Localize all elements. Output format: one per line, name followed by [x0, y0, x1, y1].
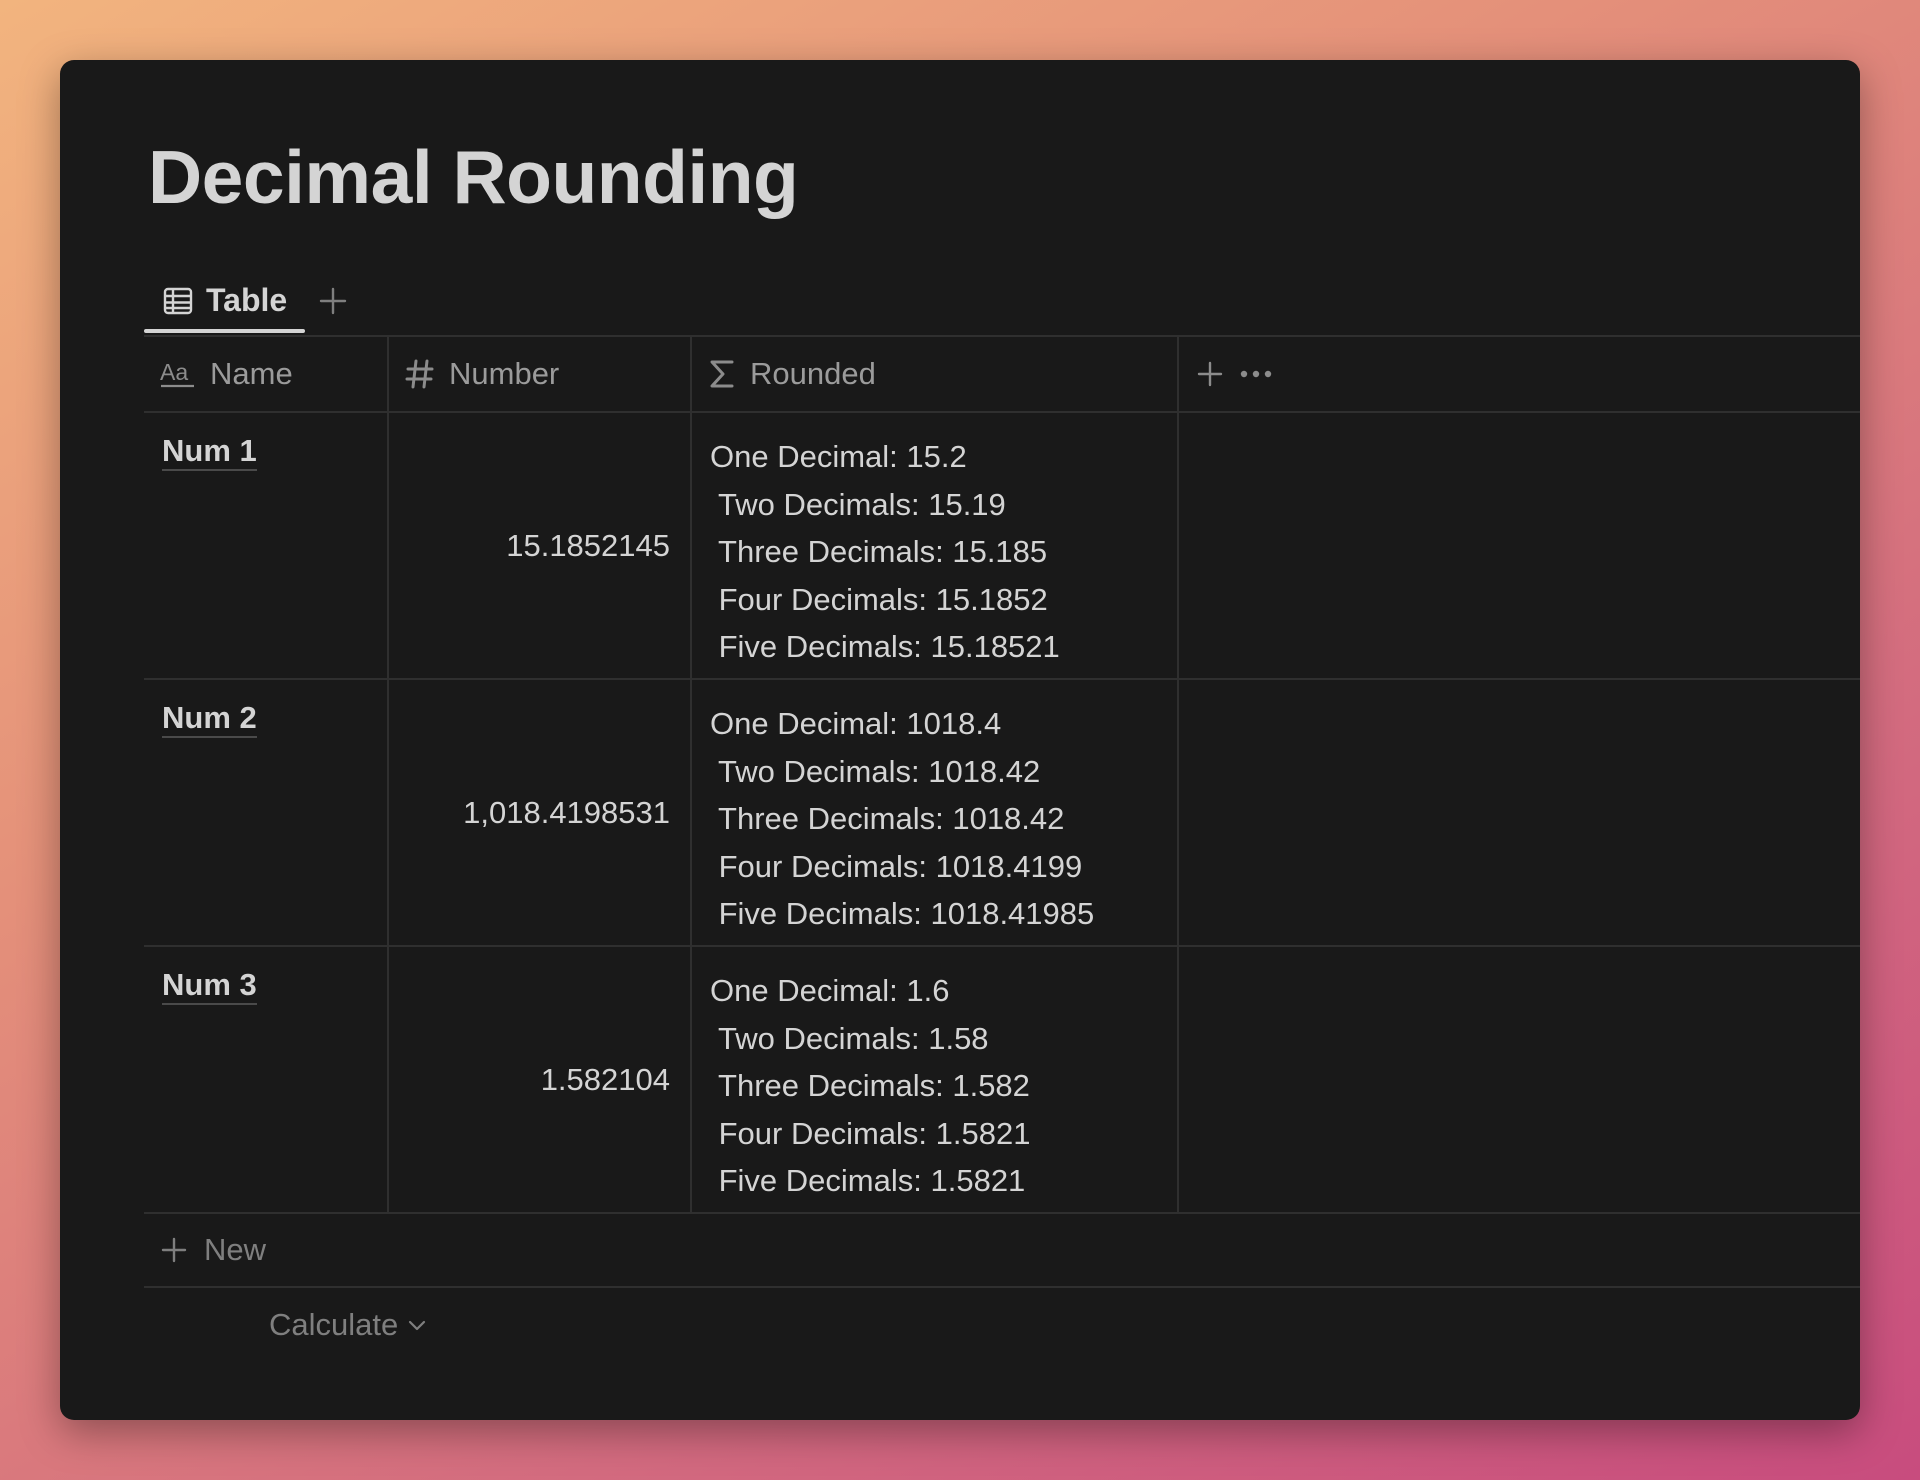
- column-header-label: Name: [210, 356, 293, 391]
- app-window: Decimal Rounding Table Aa Name Number Ro…: [60, 60, 1860, 1420]
- text-icon: Aa: [160, 358, 196, 390]
- plus-icon: [160, 1236, 188, 1264]
- row-name[interactable]: Num 3: [162, 967, 257, 1005]
- plus-icon: [318, 286, 348, 316]
- database-table: Aa Name Number Rounded Num 1 15.1852145 …: [144, 335, 1860, 1362]
- rounded-line: Two Decimals: 1018.42: [710, 753, 1041, 789]
- rounded-line: Three Decimals: 15.185: [710, 534, 1048, 569]
- rounded-line: Two Decimals: 1.58: [710, 1020, 989, 1056]
- empty-cell: [1179, 680, 1860, 945]
- new-row-button[interactable]: New: [144, 1214, 1860, 1288]
- rounded-line: One Decimal: 1018.4: [710, 706, 1002, 741]
- number-cell[interactable]: 15.1852145: [389, 413, 692, 678]
- rounded-line: Three Decimals: 1.582: [710, 1068, 1030, 1103]
- row-name[interactable]: Num 2: [162, 700, 257, 738]
- rounded-cell[interactable]: One Decimal: 1.6 Two Decimals: 1.58 Thre…: [692, 947, 1179, 1212]
- number-cell[interactable]: 1.582104: [389, 947, 692, 1212]
- page-title[interactable]: Decimal Rounding: [148, 134, 799, 220]
- new-row-label: New: [204, 1232, 267, 1267]
- rounded-line: Five Decimals: 1018.41985: [710, 896, 1095, 931]
- add-view-button[interactable]: [313, 281, 353, 321]
- table-row[interactable]: Num 3 1.582104 One Decimal: 1.6 Two Deci…: [144, 947, 1860, 1214]
- header-actions: [1179, 337, 1860, 411]
- add-property-button[interactable]: [1195, 359, 1225, 389]
- column-header-name[interactable]: Aa Name: [144, 337, 389, 411]
- more-options-icon[interactable]: [1239, 359, 1273, 389]
- empty-cell: [1179, 413, 1860, 678]
- empty-cell: [1179, 947, 1860, 1212]
- sigma-icon: [708, 358, 736, 390]
- calculate-label: Calculate: [269, 1307, 399, 1342]
- rounded-line: One Decimal: 1.6: [710, 973, 950, 1008]
- rounded-line: Five Decimals: 15.18521: [710, 629, 1060, 664]
- name-cell[interactable]: Num 1: [144, 413, 389, 678]
- column-header-label: Number: [449, 356, 560, 391]
- table-row[interactable]: Num 1 15.1852145 One Decimal: 15.2 Two D…: [144, 413, 1860, 680]
- rounded-cell[interactable]: One Decimal: 15.2 Two Decimals: 15.19 Th…: [692, 413, 1179, 678]
- table-icon: [162, 285, 194, 317]
- table-header: Aa Name Number Rounded: [144, 337, 1860, 413]
- calculate-button[interactable]: Calculate: [144, 1288, 1860, 1362]
- name-cell[interactable]: Num 3: [144, 947, 389, 1212]
- view-tabs: Table: [144, 268, 353, 333]
- name-cell[interactable]: Num 2: [144, 680, 389, 945]
- rounded-cell[interactable]: One Decimal: 1018.4 Two Decimals: 1018.4…: [692, 680, 1179, 945]
- rounded-line: Four Decimals: 1.5821: [710, 1115, 1031, 1151]
- table-row[interactable]: Num 2 1,018.4198531 One Decimal: 1018.4 …: [144, 680, 1860, 947]
- rounded-line: One Decimal: 15.2: [710, 439, 967, 474]
- rounded-line: Four Decimals: 1018.4199: [710, 848, 1083, 884]
- column-header-rounded[interactable]: Rounded: [692, 337, 1179, 411]
- column-header-label: Rounded: [750, 356, 876, 391]
- number-cell[interactable]: 1,018.4198531: [389, 680, 692, 945]
- hash-icon: [405, 358, 435, 390]
- column-header-number[interactable]: Number: [389, 337, 692, 411]
- tab-table-label: Table: [206, 282, 288, 318]
- row-name[interactable]: Num 1: [162, 433, 257, 471]
- tab-table[interactable]: Table: [144, 268, 306, 333]
- chevron-down-icon: [406, 1314, 428, 1336]
- rounded-line: Five Decimals: 1.5821: [710, 1163, 1026, 1198]
- rounded-line: Four Decimals: 15.1852: [710, 581, 1048, 617]
- rounded-line: Three Decimals: 1018.42: [710, 801, 1065, 836]
- svg-text:Aa: Aa: [160, 359, 188, 385]
- rounded-line: Two Decimals: 15.19: [710, 486, 1006, 522]
